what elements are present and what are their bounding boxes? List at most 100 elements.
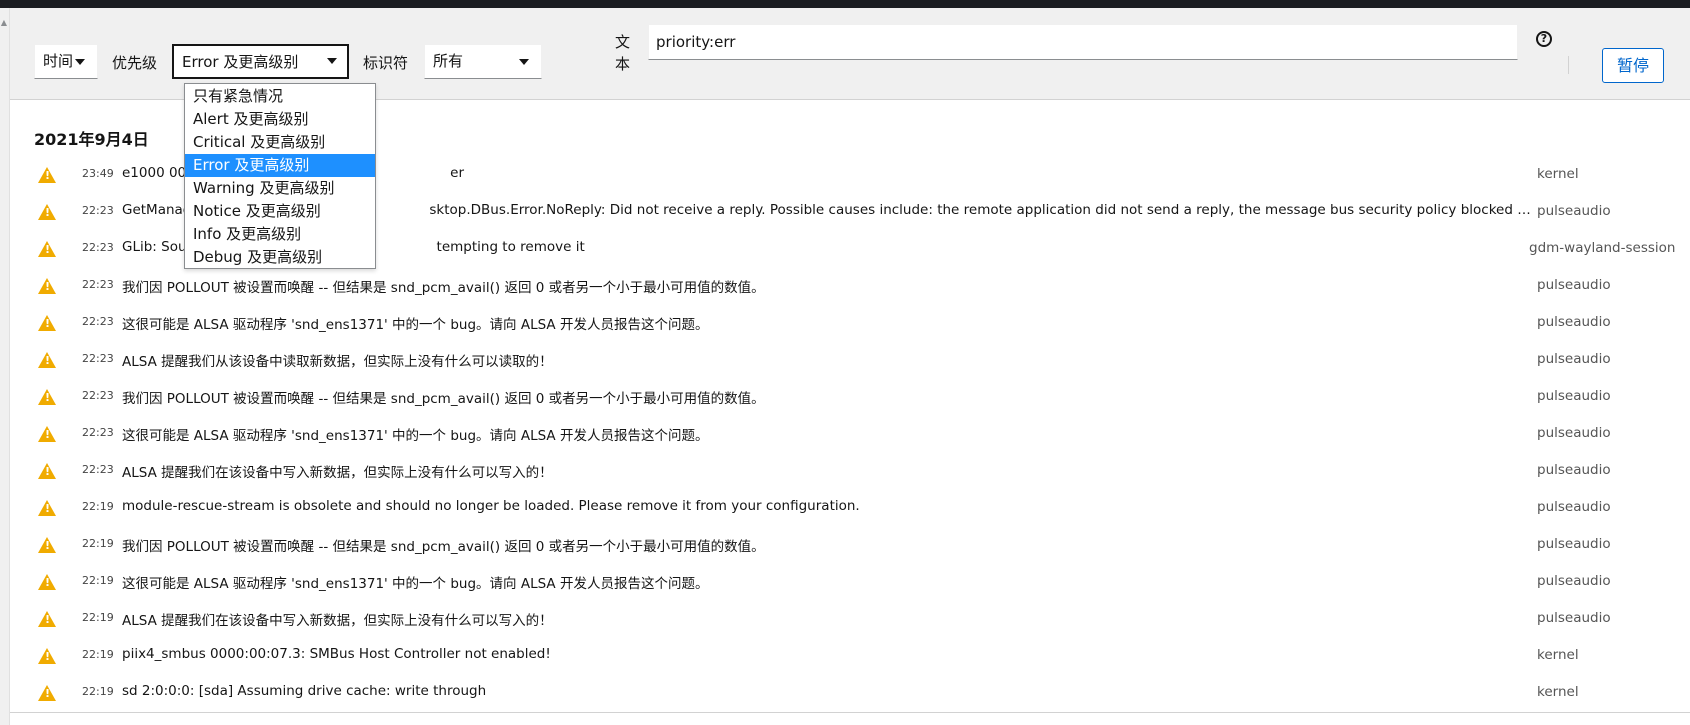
time-filter-select[interactable]: 时间 bbox=[34, 44, 98, 79]
log-row[interactable]: 22:23 我们因 POLLOUT 被设置而唤醒 -- 但结果是 snd_pcm… bbox=[10, 379, 1690, 416]
warning-icon bbox=[38, 204, 56, 220]
log-message: ALSA 提醒我们在该设备中写入新数据，但实际上没有什么可以写入的！ bbox=[122, 613, 553, 629]
log-message: 我们因 POLLOUT 被设置而唤醒 -- 但结果是 snd_pcm_avail… bbox=[122, 280, 765, 296]
priority-option-notice[interactable]: Notice 及更高级别 bbox=[185, 200, 375, 223]
log-row[interactable]: 22:23 这很可能是 ALSA 驱动程序 'snd_ens1371' 中的一个… bbox=[10, 416, 1690, 453]
log-identifier: pulseaudio bbox=[1537, 573, 1611, 589]
log-row[interactable]: 22:19 module-rescue-stream is obsolete a… bbox=[10, 490, 1690, 527]
warning-icon bbox=[38, 389, 56, 405]
log-message: piix4_smbus 0000:00:07.3: SMBus Host Con… bbox=[122, 646, 551, 662]
warning-icon bbox=[38, 611, 56, 627]
identifier-select-value: 所有 bbox=[433, 52, 464, 70]
log-identifier: pulseaudio bbox=[1537, 388, 1611, 404]
list-bottom-border bbox=[10, 712, 1690, 713]
log-message: 这很可能是 ALSA 驱动程序 'snd_ens1371' 中的一个 bug。请… bbox=[122, 576, 709, 592]
identifier-label: 标识符 bbox=[363, 54, 409, 72]
log-message-start: GLib: Sou bbox=[122, 239, 187, 255]
log-row[interactable]: 22:23 我们因 POLLOUT 被设置而唤醒 -- 但结果是 snd_pcm… bbox=[10, 268, 1690, 305]
log-identifier: pulseaudio bbox=[1537, 277, 1611, 293]
priority-label: 优先级 bbox=[112, 54, 158, 72]
warning-icon bbox=[38, 500, 56, 516]
log-message-end: tempting to remove it bbox=[436, 239, 585, 255]
log-row[interactable]: 22:23 这很可能是 ALSA 驱动程序 'snd_ens1371' 中的一个… bbox=[10, 305, 1690, 342]
caret-down-icon bbox=[519, 59, 529, 65]
log-message-end: sktop.DBus.Error.NoReply: Did not receiv… bbox=[429, 202, 1532, 218]
priority-option-crit[interactable]: Critical 及更高级别 bbox=[185, 131, 375, 154]
log-time: 22:23 bbox=[82, 389, 114, 402]
priority-option-err[interactable]: Error 及更高级别 bbox=[185, 154, 375, 177]
log-message: 我们因 POLLOUT 被设置而唤醒 -- 但结果是 snd_pcm_avail… bbox=[122, 391, 765, 407]
text-search-input[interactable]: priority:err bbox=[648, 24, 1518, 60]
warning-icon bbox=[38, 574, 56, 590]
log-message: 我们因 POLLOUT 被设置而唤醒 -- 但结果是 snd_pcm_avail… bbox=[122, 539, 765, 555]
log-identifier: pulseaudio bbox=[1537, 462, 1611, 478]
log-time: 22:19 bbox=[82, 648, 114, 661]
log-time: 22:23 bbox=[82, 278, 114, 291]
warning-icon bbox=[38, 352, 56, 368]
log-message-start: e1000 00 bbox=[122, 165, 187, 181]
caret-down-icon bbox=[327, 58, 337, 64]
log-time: 22:23 bbox=[82, 463, 114, 476]
priority-option-warning[interactable]: Warning 及更高级别 bbox=[185, 177, 375, 200]
log-identifier: pulseaudio bbox=[1537, 425, 1611, 441]
log-identifier: pulseaudio bbox=[1537, 351, 1611, 367]
log-message: module-rescue-stream is obsolete and sho… bbox=[122, 498, 860, 514]
priority-select[interactable]: Error 及更高级别 bbox=[172, 44, 349, 79]
identifier-select[interactable]: 所有 bbox=[424, 44, 542, 79]
log-row[interactable]: 22:23 ALSA 提醒我们从该设备中读取新数据，但实际上没有什么可以读取的！… bbox=[10, 342, 1690, 379]
log-time: 22:23 bbox=[82, 204, 114, 217]
scrollbar-track[interactable]: ▲ bbox=[0, 8, 10, 725]
priority-dropdown-menu: 只有紧急情况 Alert 及更高级别 Critical 及更高级别 Error … bbox=[184, 83, 376, 269]
log-row[interactable]: 22:19 我们因 POLLOUT 被设置而唤醒 -- 但结果是 snd_pcm… bbox=[10, 527, 1690, 564]
log-row[interactable]: 22:19 piix4_smbus 0000:00:07.3: SMBus Ho… bbox=[10, 638, 1690, 675]
date-heading: 2021年9月4日 bbox=[34, 130, 149, 149]
log-row[interactable]: 22:19 这很可能是 ALSA 驱动程序 'snd_ens1371' 中的一个… bbox=[10, 564, 1690, 601]
log-row[interactable]: 22:19 ALSA 提醒我们在该设备中写入新数据，但实际上没有什么可以写入的！… bbox=[10, 601, 1690, 638]
log-time: 22:19 bbox=[82, 611, 114, 624]
scroll-up-icon[interactable]: ▲ bbox=[0, 18, 8, 28]
log-identifier: pulseaudio bbox=[1537, 536, 1611, 552]
log-message: sd 2:0:0:0: [sda] Assuming drive cache: … bbox=[122, 683, 487, 699]
log-time: 22:19 bbox=[82, 574, 114, 587]
warning-icon bbox=[38, 463, 56, 479]
priority-option-info[interactable]: Info 及更高级别 bbox=[185, 223, 375, 246]
log-time: 22:19 bbox=[82, 685, 114, 698]
priority-select-value: Error 及更高级别 bbox=[182, 53, 299, 71]
log-identifier: kernel bbox=[1537, 166, 1579, 182]
window-top-bar bbox=[0, 0, 1690, 8]
warning-icon bbox=[38, 241, 56, 257]
log-time: 22:23 bbox=[82, 315, 114, 328]
priority-option-alert[interactable]: Alert 及更高级别 bbox=[185, 108, 375, 131]
text-label-line1: 文 bbox=[615, 33, 631, 51]
log-time: 22:23 bbox=[82, 352, 114, 365]
log-time: 22:19 bbox=[82, 537, 114, 550]
log-row[interactable]: 22:23 ALSA 提醒我们在该设备中写入新数据，但实际上没有什么可以写入的！… bbox=[10, 453, 1690, 490]
log-message: 这很可能是 ALSA 驱动程序 'snd_ens1371' 中的一个 bug。请… bbox=[122, 317, 709, 333]
warning-icon bbox=[38, 426, 56, 442]
warning-icon bbox=[38, 167, 56, 183]
log-identifier: pulseaudio bbox=[1537, 203, 1611, 219]
time-filter-label: 时间 bbox=[43, 52, 74, 70]
toolbar-divider bbox=[1568, 56, 1569, 74]
log-message-end: er bbox=[450, 165, 464, 181]
log-identifier: gdm-wayland-session bbox=[1529, 240, 1676, 256]
log-identifier: kernel bbox=[1537, 684, 1579, 700]
pause-button[interactable]: 暂停 bbox=[1602, 48, 1664, 83]
warning-icon bbox=[38, 648, 56, 664]
log-time: 22:23 bbox=[82, 241, 114, 254]
log-time: 22:19 bbox=[82, 500, 114, 513]
log-row[interactable]: 22:19 sd 2:0:0:0: [sda] Assuming drive c… bbox=[10, 675, 1690, 712]
log-identifier: pulseaudio bbox=[1537, 499, 1611, 515]
priority-option-emerg[interactable]: 只有紧急情况 bbox=[185, 85, 375, 108]
caret-down-icon bbox=[75, 59, 85, 65]
log-message: ALSA 提醒我们从该设备中读取新数据，但实际上没有什么可以读取的！ bbox=[122, 354, 553, 370]
log-time: 22:23 bbox=[82, 426, 114, 439]
priority-option-debug[interactable]: Debug 及更高级别 bbox=[185, 246, 375, 269]
log-message: 这很可能是 ALSA 驱动程序 'snd_ens1371' 中的一个 bug。请… bbox=[122, 428, 709, 444]
log-message-start: GetManag bbox=[122, 202, 192, 218]
warning-icon bbox=[38, 537, 56, 553]
log-message: ALSA 提醒我们在该设备中写入新数据，但实际上没有什么可以写入的！ bbox=[122, 465, 553, 481]
log-identifier: kernel bbox=[1537, 647, 1579, 663]
help-icon[interactable]: ? bbox=[1536, 31, 1552, 47]
warning-icon bbox=[38, 278, 56, 294]
